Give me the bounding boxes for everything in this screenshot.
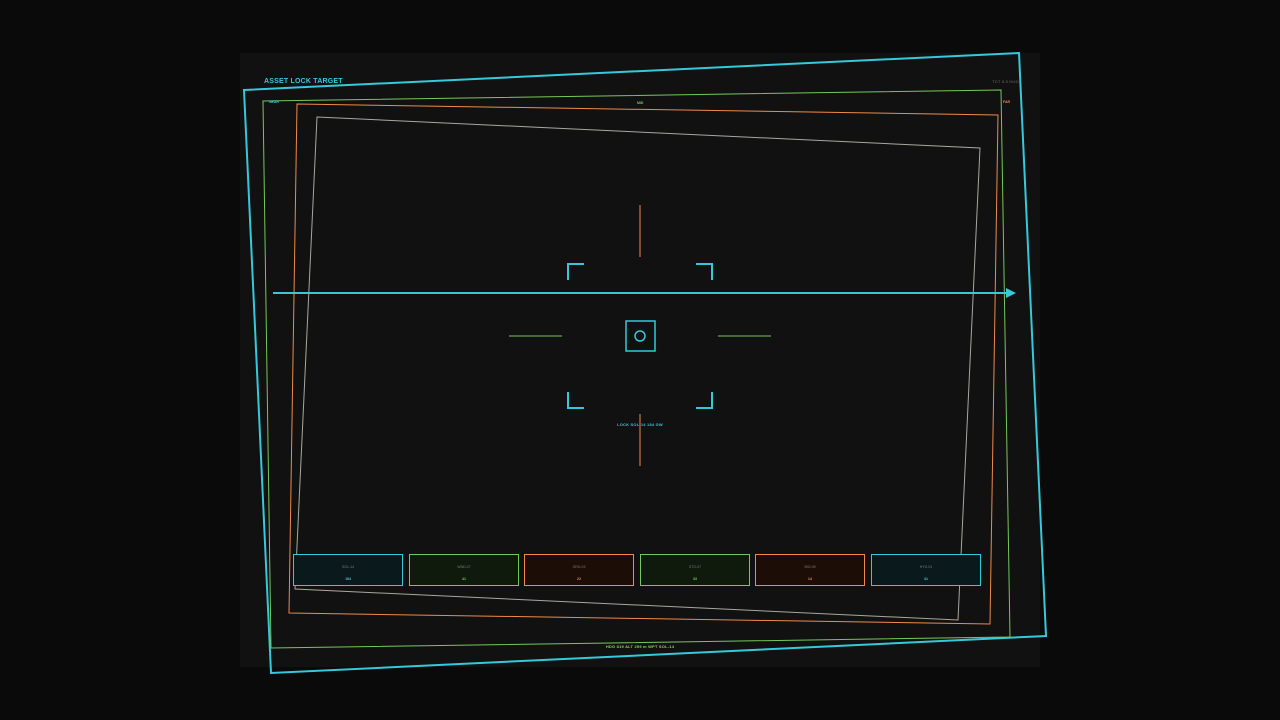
asset-card[interactable]: WND-07 41 xyxy=(409,554,519,586)
asset-card-value: 31 xyxy=(924,577,928,581)
asset-card-value: 41 xyxy=(462,577,466,581)
asset-card-value: 22 xyxy=(577,577,581,581)
band-label-mid: MID xyxy=(637,101,644,105)
asset-card-name: SOL-14 xyxy=(341,565,355,569)
asset-card[interactable]: STO-07 33 xyxy=(640,554,750,586)
asset-card[interactable]: BIO-05 14 xyxy=(755,554,865,586)
footer-status-text: HDG 819 ALT 259 m WPT SOL-14 xyxy=(605,644,675,649)
frame-gray xyxy=(294,116,981,621)
band-label-far: FAR xyxy=(1003,100,1010,104)
heading-arrow-head-icon xyxy=(1006,288,1016,298)
asset-card-name: HYD-01 xyxy=(919,565,933,569)
band-label-near: NEAR xyxy=(269,100,279,104)
lock-status-text: LOCK SOL-14 184 GW xyxy=(617,422,663,427)
asset-card[interactable]: GRD-03 22 xyxy=(524,554,634,586)
target-box xyxy=(625,320,656,352)
asset-card-name: WND-07 xyxy=(457,565,471,569)
asset-card-value: 33 xyxy=(693,577,697,581)
asset-card[interactable]: SOL-14 184 xyxy=(293,554,403,586)
bracket-bottom-left xyxy=(567,392,584,409)
frame-orange xyxy=(288,103,999,625)
hud-overlay xyxy=(242,51,1048,675)
asset-card-name: GRD-03 xyxy=(572,565,586,569)
target-circle-icon xyxy=(634,330,646,342)
asset-card-value: 14 xyxy=(808,577,812,581)
asset-card[interactable]: HYD-01 31 xyxy=(871,554,981,586)
asset-card-name: BIO-05 xyxy=(804,565,816,569)
page-title: ASSET LOCK TARGET xyxy=(264,78,343,85)
asset-card-strip: SOL-14 184 WND-07 41 GRD-03 22 STO-07 33… xyxy=(293,554,981,586)
asset-card-name: STO-07 xyxy=(688,565,702,569)
asset-card-value: 184 xyxy=(345,577,351,581)
bracket-bottom-right xyxy=(696,392,713,409)
hud-version-label: TGT 8.5 HUD xyxy=(992,79,1019,84)
bracket-top-right xyxy=(696,263,713,280)
bracket-top-left xyxy=(567,263,584,280)
